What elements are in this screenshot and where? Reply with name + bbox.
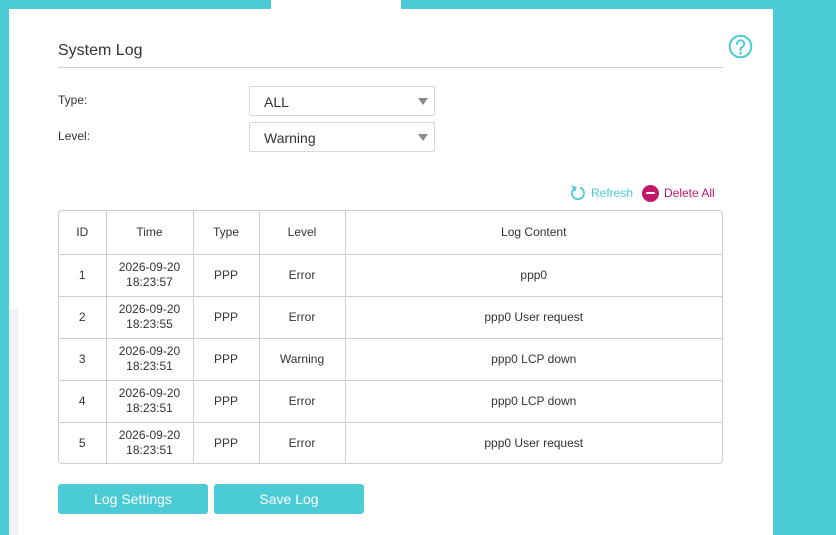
cell-log-content: ppp0 LCP down bbox=[345, 380, 722, 423]
cell-type: PPP bbox=[193, 296, 260, 339]
cell-type: PPP bbox=[193, 254, 260, 297]
panel-edge bbox=[9, 309, 18, 535]
column-header-id: ID bbox=[59, 211, 107, 255]
cell-level: Error bbox=[259, 254, 346, 297]
cell-level: Error bbox=[259, 296, 346, 339]
cell-type: PPP bbox=[193, 380, 260, 423]
delete-all-label: Delete All bbox=[664, 186, 715, 200]
cell-id: 3 bbox=[59, 338, 107, 381]
section-header: System Log bbox=[58, 42, 723, 68]
cell-log-content: ppp0 bbox=[345, 254, 722, 297]
cell-level: Error bbox=[259, 422, 346, 463]
table-row: 4 2026-09-20 18:23:51 PPP Error ppp0 LCP… bbox=[59, 380, 722, 423]
level-select[interactable]: Warning bbox=[249, 122, 435, 152]
page-title: System Log bbox=[58, 42, 143, 59]
active-tab-indicator bbox=[271, 0, 401, 9]
cell-time: 2026-09-20 18:23:55 bbox=[106, 296, 194, 339]
save-log-button[interactable]: Save Log bbox=[214, 484, 364, 514]
column-header-type: Type bbox=[193, 211, 260, 255]
refresh-label: Refresh bbox=[591, 186, 634, 200]
level-filter-row: Level: Warning bbox=[58, 122, 458, 152]
type-select[interactable]: ALL bbox=[249, 86, 435, 116]
cell-level: Warning bbox=[259, 338, 346, 381]
column-header-time: Time bbox=[106, 211, 194, 255]
cell-time: 2026-09-20 18:23:51 bbox=[106, 422, 194, 463]
cell-time: 2026-09-20 18:23:51 bbox=[106, 338, 194, 381]
delete-all-button[interactable]: Delete All bbox=[642, 183, 715, 203]
help-icon[interactable] bbox=[728, 34, 753, 59]
cell-time: 2026-09-20 18:23:51 bbox=[106, 380, 194, 423]
type-filter-row: Type: ALL bbox=[58, 86, 458, 116]
chevron-down-icon bbox=[418, 134, 428, 141]
cell-log-content: ppp0 User request bbox=[484, 435, 584, 450]
table-row: 2 2026-09-20 18:23:55 PPP Error ppp0 Use… bbox=[59, 296, 722, 339]
log-table: ID Time Type Level Log Content 1 2026-09… bbox=[58, 210, 723, 464]
cell-type: PPP bbox=[193, 338, 260, 381]
background-strip bbox=[0, 300, 6, 535]
cell-id: 4 bbox=[59, 380, 107, 423]
table-row: 3 2026-09-20 18:23:51 PPP Warning ppp0 L… bbox=[59, 338, 722, 381]
chevron-down-icon bbox=[418, 98, 428, 105]
log-settings-button[interactable]: Log Settings bbox=[58, 484, 208, 514]
log-actions: Refresh Delete All bbox=[570, 183, 730, 203]
system-log-panel: System Log Type: ALL Level: Warning Refr… bbox=[9, 9, 773, 535]
cell-log-content: ppp0 LCP down bbox=[345, 338, 722, 381]
cell-type: PPP bbox=[193, 422, 260, 463]
table-row: 5 2026-09-20 18:23:51 PPP Error ppp0 Use… bbox=[59, 422, 722, 463]
table-header-row: ID Time Type Level Log Content bbox=[59, 211, 722, 255]
refresh-button[interactable]: Refresh bbox=[570, 183, 633, 203]
type-select-value: ALL bbox=[264, 94, 289, 110]
table-row: 1 2026-09-20 18:23:57 PPP Error ppp0 bbox=[59, 254, 722, 297]
cell-id: 1 bbox=[59, 254, 107, 297]
minus-circle-icon bbox=[642, 184, 659, 202]
refresh-icon bbox=[571, 185, 585, 201]
cell-level: Error bbox=[259, 380, 346, 423]
cell-time: 2026-09-20 18:23:57 bbox=[106, 254, 194, 297]
level-select-value: Warning bbox=[264, 130, 316, 146]
cell-id: 2 bbox=[59, 296, 107, 339]
type-label: Type: bbox=[58, 93, 88, 107]
column-header-level: Level bbox=[259, 211, 346, 255]
column-header-log-content: Log Content bbox=[345, 211, 722, 255]
level-label: Level: bbox=[58, 129, 91, 143]
cell-id: 5 bbox=[59, 422, 107, 463]
cell-log-content: ppp0 User request bbox=[345, 296, 722, 339]
